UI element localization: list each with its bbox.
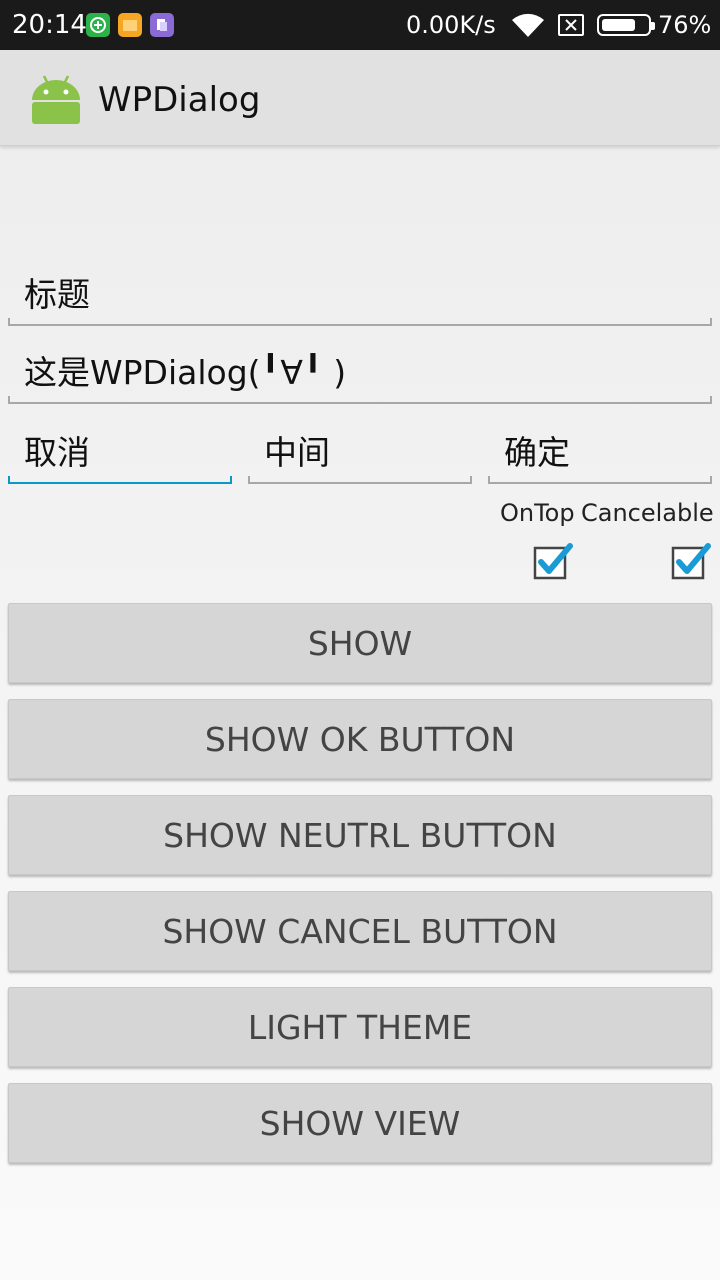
- status-time: 20:14: [12, 10, 87, 40]
- folder-icon: [118, 13, 142, 37]
- title-input-text: 标题: [24, 275, 90, 314]
- android-icon: [28, 70, 84, 130]
- app-title: WPDialog: [98, 80, 261, 120]
- show-ok-button[interactable]: SHOW OK BUTTON: [8, 699, 712, 779]
- wifi-icon: [510, 11, 546, 43]
- battery-tip: [651, 22, 655, 30]
- neutral-text-input[interactable]: 中间: [248, 428, 472, 484]
- ok-text-input[interactable]: 确定: [488, 428, 712, 484]
- cancelable-checkbox[interactable]: [670, 542, 714, 582]
- light-theme-button[interactable]: LIGHT THEME: [8, 987, 712, 1067]
- battery-level: [602, 19, 635, 31]
- clipboard-icon: [150, 13, 174, 37]
- network-speed: 0.00K/s: [406, 11, 496, 39]
- action-bar: WPDialog: [0, 50, 720, 146]
- show-button[interactable]: SHOW: [8, 603, 712, 683]
- on-top-label: OnTop: [500, 499, 575, 527]
- message-input-text: 这是WPDialog(╹∀╹ ): [24, 353, 347, 392]
- status-bar: 20:14 0.00K/s 76%: [0, 0, 720, 50]
- cancel-text-value: 取消: [24, 433, 90, 472]
- title-input[interactable]: 标题: [8, 270, 712, 326]
- battery-icon: [597, 14, 655, 36]
- sim-off-icon: [558, 14, 584, 36]
- neutral-text-value: 中间: [264, 433, 330, 472]
- ok-text-value: 确定: [504, 433, 570, 472]
- show-neutral-button[interactable]: SHOW NEUTRL BUTTON: [8, 795, 712, 875]
- cancel-text-input[interactable]: 取消: [8, 428, 232, 484]
- message-input[interactable]: 这是WPDialog(╹∀╹ ): [8, 348, 712, 404]
- show-cancel-button[interactable]: SHOW CANCEL BUTTON: [8, 891, 712, 971]
- cancelable-label: Cancelable: [581, 499, 714, 527]
- show-view-button[interactable]: SHOW VIEW: [8, 1083, 712, 1163]
- battery-percent: 76%: [658, 11, 712, 39]
- add-app-icon: [86, 13, 110, 37]
- on-top-checkbox[interactable]: [532, 542, 576, 582]
